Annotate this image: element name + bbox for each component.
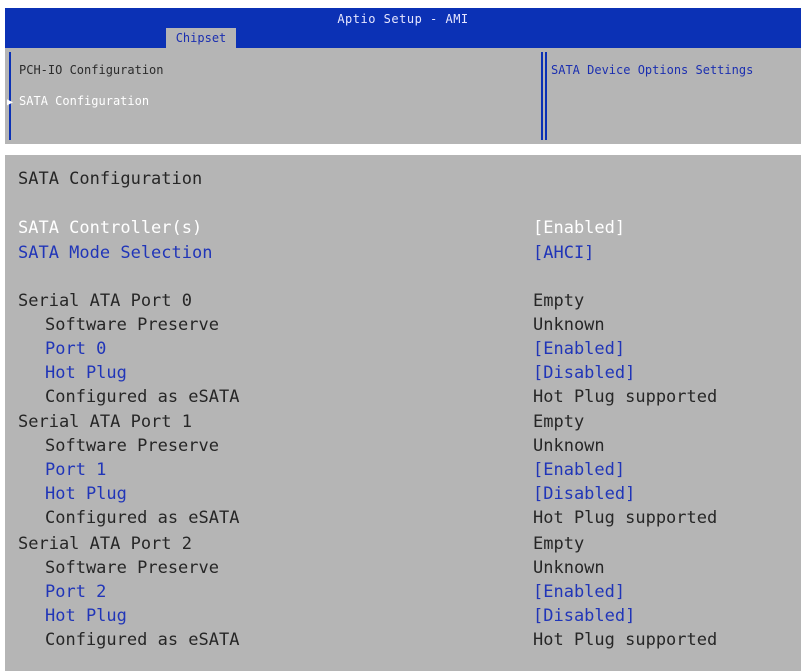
- setting-port-2[interactable]: Port 2 [Enabled]: [5, 580, 801, 604]
- setting-port-1-hot-plug[interactable]: Hot Plug [Disabled]: [5, 482, 801, 506]
- setting-label: Port 1: [45, 460, 107, 480]
- software-preserve-value: Unknown: [533, 558, 605, 578]
- port-0-header: Serial ATA Port 0 Empty: [5, 289, 801, 313]
- port-status: Empty: [533, 534, 585, 554]
- port-0-esata: Configured as eSATA Hot Plug supported: [5, 385, 801, 409]
- setting-label: Port 2: [45, 582, 107, 602]
- port-label: Serial ATA Port 0: [18, 291, 192, 311]
- setting-value[interactable]: [AHCI]: [533, 241, 594, 265]
- esata-label: Configured as eSATA: [45, 508, 240, 528]
- port-2-header: Serial ATA Port 2 Empty: [5, 532, 801, 556]
- setting-sata-mode[interactable]: SATA Mode Selection [AHCI]: [5, 241, 801, 265]
- software-preserve-value: Unknown: [533, 315, 605, 335]
- menu-item-label: SATA Configuration: [19, 94, 150, 108]
- setting-port-0[interactable]: Port 0 [Enabled]: [5, 337, 801, 361]
- port-status: Empty: [533, 412, 585, 432]
- setting-label: SATA Mode Selection: [18, 243, 213, 263]
- port-2-esata: Configured as eSATA Hot Plug supported: [5, 628, 801, 652]
- software-preserve-label: Software Preserve: [45, 558, 219, 578]
- setting-value[interactable]: [Enabled]: [533, 458, 625, 482]
- setting-port-0-hot-plug[interactable]: Hot Plug [Disabled]: [5, 361, 801, 385]
- setting-label: Hot Plug: [45, 363, 127, 383]
- setting-value[interactable]: [Disabled]: [533, 604, 635, 628]
- port-0-software-preserve: Software Preserve Unknown: [5, 313, 801, 337]
- setting-label: SATA Controller(s): [18, 218, 203, 238]
- setting-value[interactable]: [Disabled]: [533, 482, 635, 506]
- port-1-software-preserve: Software Preserve Unknown: [5, 434, 801, 458]
- setting-port-2-hot-plug[interactable]: Hot Plug [Disabled]: [5, 604, 801, 628]
- port-1-esata: Configured as eSATA Hot Plug supported: [5, 506, 801, 530]
- port-label: Serial ATA Port 2: [18, 534, 192, 554]
- sata-configuration-panel: SATA Configuration SATA Controller(s) [E…: [5, 155, 801, 671]
- port-1-header: Serial ATA Port 1 Empty: [5, 410, 801, 434]
- port-2-software-preserve: Software Preserve Unknown: [5, 556, 801, 580]
- setting-label: Hot Plug: [45, 484, 127, 504]
- section-title: PCH-IO Configuration: [19, 63, 164, 77]
- setting-label: Port 0: [45, 339, 107, 359]
- tab-chipset[interactable]: Chipset: [166, 28, 236, 48]
- help-text: SATA Device Options Settings: [551, 63, 754, 77]
- setting-sata-controller[interactable]: SATA Controller(s) [Enabled]: [5, 216, 801, 240]
- esata-value: Hot Plug supported: [533, 508, 718, 528]
- esata-label: Configured as eSATA: [45, 630, 240, 650]
- esata-value: Hot Plug supported: [533, 387, 718, 407]
- setting-value[interactable]: [Disabled]: [533, 361, 635, 385]
- setting-value[interactable]: [Enabled]: [533, 580, 625, 604]
- title-bar: Aptio Setup - AMI Chipset: [5, 8, 801, 48]
- setting-value[interactable]: [Enabled]: [533, 216, 625, 240]
- app-title: Aptio Setup - AMI: [337, 12, 469, 26]
- page-title: SATA Configuration: [18, 169, 203, 189]
- port-status: Empty: [533, 291, 585, 311]
- setting-label: Hot Plug: [45, 606, 127, 626]
- software-preserve-label: Software Preserve: [45, 315, 219, 335]
- esata-value: Hot Plug supported: [533, 630, 718, 650]
- software-preserve-value: Unknown: [533, 436, 605, 456]
- esata-label: Configured as eSATA: [45, 387, 240, 407]
- triangle-right-icon: ▶: [7, 97, 14, 108]
- page-title-row: SATA Configuration: [5, 167, 801, 191]
- setting-port-1[interactable]: Port 1 [Enabled]: [5, 458, 801, 482]
- setting-value[interactable]: [Enabled]: [533, 337, 625, 361]
- port-label: Serial ATA Port 1: [18, 412, 192, 432]
- top-window: Aptio Setup - AMI Chipset PCH-IO Configu…: [5, 8, 801, 144]
- menu-item-sata-configuration[interactable]: ▶ SATA Configuration: [7, 94, 149, 108]
- software-preserve-label: Software Preserve: [45, 436, 219, 456]
